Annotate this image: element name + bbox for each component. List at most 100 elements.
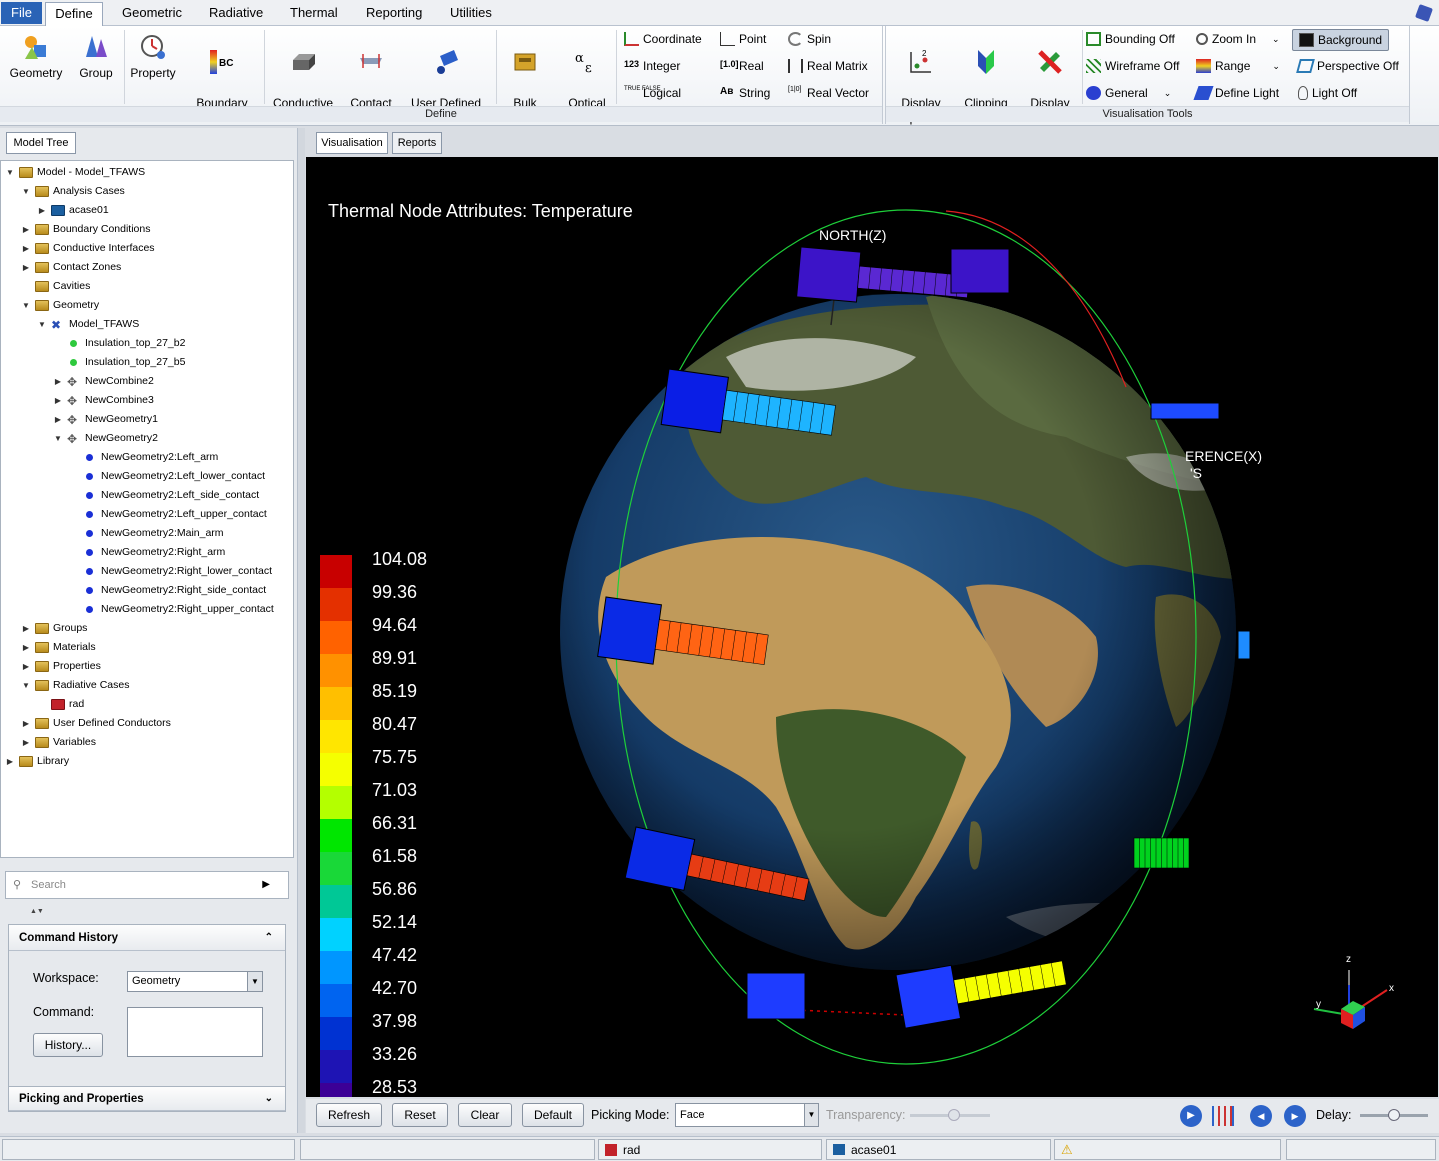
- geometry-button[interactable]: Geometry: [8, 30, 64, 81]
- collapse-toggle-icon[interactable]: ▼: [37, 315, 47, 334]
- workspace-select[interactable]: Geometry ▼: [127, 971, 263, 992]
- clipping-planes-button[interactable]: Clipping Planes: [958, 30, 1014, 141]
- tree-item[interactable]: ▶ acase01: [37, 201, 109, 220]
- user-defined-conductor-button[interactable]: User Defined Conductor: [406, 30, 486, 141]
- tree-item[interactable]: NewGeometry2:Left_upper_contact: [69, 505, 267, 524]
- search-input[interactable]: ⚲ Search ▶: [5, 871, 289, 899]
- play-icon[interactable]: ▶: [1180, 1105, 1202, 1127]
- boundary-condition-button[interactable]: BC Boundary Condition: [190, 30, 254, 141]
- expand-toggle-icon[interactable]: ▶: [21, 220, 31, 239]
- panel-splitter[interactable]: [297, 128, 305, 1133]
- expand-toggle-icon[interactable]: ▶: [21, 714, 31, 733]
- property-button[interactable]: Property: [128, 30, 178, 81]
- tree-item[interactable]: ▶ ✥ NewGeometry1: [53, 410, 158, 429]
- group-button[interactable]: Group: [72, 30, 120, 81]
- menu-utilities[interactable]: Utilities: [450, 5, 492, 20]
- step-back-icon[interactable]: ◀: [1250, 1105, 1272, 1127]
- tree-item[interactable]: ▶ Materials: [21, 638, 96, 657]
- tree-item[interactable]: ▶ ✥ NewCombine3: [53, 391, 154, 410]
- expand-toggle-icon[interactable]: ▶: [21, 619, 31, 638]
- collapse-toggle-icon[interactable]: ▼: [21, 676, 31, 695]
- display-data-button[interactable]: Display Data: [1022, 30, 1078, 141]
- expand-toggle-icon[interactable]: ▶: [37, 201, 47, 220]
- collapse-toggle-icon[interactable]: ▼: [21, 182, 31, 201]
- help-icon[interactable]: [1415, 4, 1433, 22]
- menu-reporting[interactable]: Reporting: [366, 5, 422, 20]
- clear-button[interactable]: Clear: [458, 1103, 512, 1127]
- tree-item[interactable]: NewGeometry2:Right_side_contact: [69, 581, 266, 600]
- menu-geometric[interactable]: Geometric: [122, 5, 182, 20]
- command-history-header[interactable]: Command History ⌃: [9, 925, 285, 951]
- expand-toggle-icon[interactable]: ▶: [5, 752, 15, 771]
- conductive-interface-button[interactable]: Conductive Interface: [268, 30, 338, 141]
- satellite[interactable]: [1133, 837, 1190, 869]
- collapse-toggle-icon[interactable]: ▼: [53, 429, 63, 448]
- expand-toggle-icon[interactable]: ▶: [53, 410, 63, 429]
- expand-toggle-icon[interactable]: ▶: [53, 391, 63, 410]
- tree-item[interactable]: NewGeometry2:Left_arm: [69, 448, 218, 467]
- real-vector-button[interactable]: [1|0] Real Vector: [788, 86, 869, 100]
- tab-model-tree[interactable]: Model Tree: [6, 132, 76, 154]
- general-dropdown[interactable]: General ⌄: [1086, 86, 1171, 100]
- tree-item[interactable]: NewGeometry2:Right_arm: [69, 543, 225, 562]
- tree-item[interactable]: Cavities: [21, 277, 90, 296]
- bulk-material-button[interactable]: Bulk Material: [500, 30, 550, 141]
- tree-item[interactable]: ▶ Variables: [21, 733, 96, 752]
- tree-item[interactable]: NewGeometry2:Right_upper_contact: [69, 600, 274, 619]
- tree-item[interactable]: NewGeometry2:Left_lower_contact: [69, 467, 265, 486]
- timeline-icon[interactable]: [1212, 1106, 1234, 1126]
- expand-toggle-icon[interactable]: ▶: [21, 638, 31, 657]
- tree-item[interactable]: ▶ Properties: [21, 657, 101, 676]
- display-options-button[interactable]: 2 Display Options: [892, 30, 950, 141]
- refresh-button[interactable]: Refresh: [316, 1103, 382, 1127]
- contact-zone-button[interactable]: Contact Zone: [344, 30, 398, 141]
- status-warnings[interactable]: ⚠: [1054, 1139, 1281, 1160]
- expand-toggle-icon[interactable]: ▶: [21, 657, 31, 676]
- picking-header[interactable]: Picking and Properties ⌄: [9, 1087, 285, 1111]
- menu-thermal[interactable]: Thermal: [290, 5, 338, 20]
- delay-slider[interactable]: [1360, 1109, 1428, 1121]
- coordinate-button[interactable]: Coordinate: [624, 32, 702, 46]
- picking-properties-panel[interactable]: Picking and Properties ⌄: [8, 1086, 286, 1112]
- bounding-off-button[interactable]: Bounding Off: [1086, 32, 1175, 46]
- expand-toggle-icon[interactable]: ▶: [21, 258, 31, 277]
- spin-button[interactable]: Spin: [788, 32, 831, 46]
- zoom-in-button[interactable]: Zoom In ⌄: [1196, 32, 1280, 46]
- background-button[interactable]: Background: [1292, 29, 1390, 51]
- string-button[interactable]: Aʙ String: [720, 86, 770, 100]
- splitter-handle[interactable]: ▲▼: [30, 908, 44, 915]
- collapse-toggle-icon[interactable]: ▼: [5, 163, 15, 182]
- menu-radiative[interactable]: Radiative: [209, 5, 263, 20]
- integer-button[interactable]: 123 Integer: [624, 59, 680, 73]
- optical-set-button[interactable]: αε Optical Set: [562, 30, 612, 141]
- real-button[interactable]: [1.0] Real: [720, 59, 764, 73]
- step-forward-icon[interactable]: ▶: [1284, 1105, 1306, 1127]
- 3d-viewport[interactable]: Thermal Node Attributes: Temperature NOR…: [306, 157, 1438, 1097]
- tree-item[interactable]: ▼ Radiative Cases: [21, 676, 129, 695]
- tree-item[interactable]: ▶ User Defined Conductors: [21, 714, 171, 733]
- light-off-button[interactable]: Light Off: [1298, 86, 1357, 100]
- expand-icon[interactable]: ⌄: [265, 1087, 273, 1111]
- tree-item[interactable]: NewGeometry2:Right_lower_contact: [69, 562, 272, 581]
- range-button[interactable]: Range ⌄: [1196, 59, 1280, 73]
- collapse-toggle-icon[interactable]: ▼: [21, 296, 31, 315]
- tree-item[interactable]: ▶ Library: [5, 752, 69, 771]
- tab-visualisation[interactable]: Visualisation: [316, 132, 388, 154]
- picking-mode-select[interactable]: Face ▼: [675, 1103, 819, 1127]
- wireframe-off-button[interactable]: Wireframe Off: [1086, 59, 1179, 73]
- tree-item[interactable]: rad: [37, 695, 84, 714]
- tree-item[interactable]: ▼ Analysis Cases: [21, 182, 125, 201]
- search-go-icon[interactable]: ▶: [262, 872, 270, 898]
- real-matrix-button[interactable]: Real Matrix: [788, 59, 868, 73]
- tree-item[interactable]: ▼ ✖ Model_TFAWS: [37, 315, 139, 334]
- tree-item[interactable]: ▼ ✥ NewGeometry2: [53, 429, 158, 448]
- tree-item[interactable]: NewGeometry2:Left_side_contact: [69, 486, 259, 505]
- menu-define[interactable]: Define: [45, 2, 103, 26]
- transparency-slider[interactable]: [910, 1109, 990, 1121]
- tree-item[interactable]: ▼ Model - Model_TFAWS: [5, 163, 145, 182]
- default-button[interactable]: Default: [522, 1103, 584, 1127]
- tree-item[interactable]: ▼ Geometry: [21, 296, 99, 315]
- tree-item[interactable]: ▶ ✥ NewCombine2: [53, 372, 154, 391]
- tree-item[interactable]: ▶ Contact Zones: [21, 258, 121, 277]
- tree-item[interactable]: Insulation_top_27_b2: [53, 334, 185, 353]
